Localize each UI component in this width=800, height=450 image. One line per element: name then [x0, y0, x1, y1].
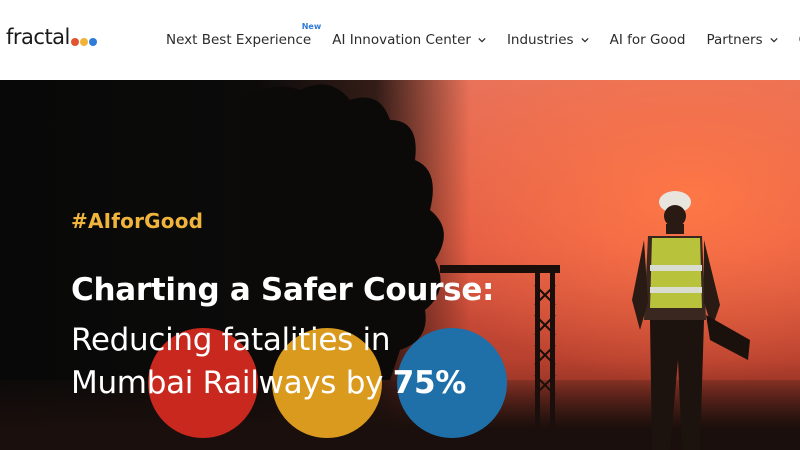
logo-dots-icon — [70, 37, 98, 46]
hero-hashtag: #AIforGood — [71, 209, 204, 233]
nav-item-industries[interactable]: Industries — [507, 32, 589, 48]
hero-banner: #AIforGood Charting a Safer Course: Redu… — [0, 80, 800, 450]
main-navigation: Next Best Experience New AI Innovation C… — [166, 0, 800, 80]
hero-subheadline: Reducing fatalities in Mumbai Railways b… — [71, 319, 531, 405]
site-header: fractal Next Best Experience New AI Inno… — [0, 0, 800, 80]
nav-item-label: Partners — [706, 32, 763, 48]
chevron-down-icon — [580, 37, 589, 43]
logo-wordmark: fractal — [6, 25, 70, 49]
new-badge: New — [301, 22, 322, 31]
hero-headline: Charting a Safer Course: — [71, 272, 495, 308]
nav-item-ai-for-good[interactable]: AI for Good — [610, 32, 686, 48]
hero-highlight-percentage: 75% — [392, 364, 467, 401]
logo-dot-yellow — [79, 37, 88, 46]
hero-subline-1: Reducing fatalities in — [71, 322, 391, 358]
chevron-down-icon — [769, 37, 778, 43]
nav-item-label: AI Innovation Center — [332, 32, 471, 48]
logo-dot-blue — [88, 37, 97, 46]
chevron-down-icon — [478, 37, 486, 43]
nav-item-label: Industries — [506, 32, 574, 48]
fractal-logo[interactable]: fractal — [6, 27, 98, 48]
nav-item-label: Next Best Experience — [166, 32, 312, 48]
hero-subline-2: Mumbai Railways by 75% — [71, 362, 531, 405]
railway-worker-silhouette-image — [632, 191, 750, 450]
logo-dot-red — [70, 37, 79, 46]
nav-item-label: AI for Good — [609, 32, 686, 48]
hero-subline-2-text: Mumbai Railways by — [71, 364, 393, 401]
nav-item-ai-innovation-center[interactable]: AI Innovation Center — [332, 32, 486, 48]
nav-item-next-best-experience[interactable]: Next Best Experience New — [166, 22, 321, 48]
nav-item-partners[interactable]: Partners — [707, 32, 778, 48]
